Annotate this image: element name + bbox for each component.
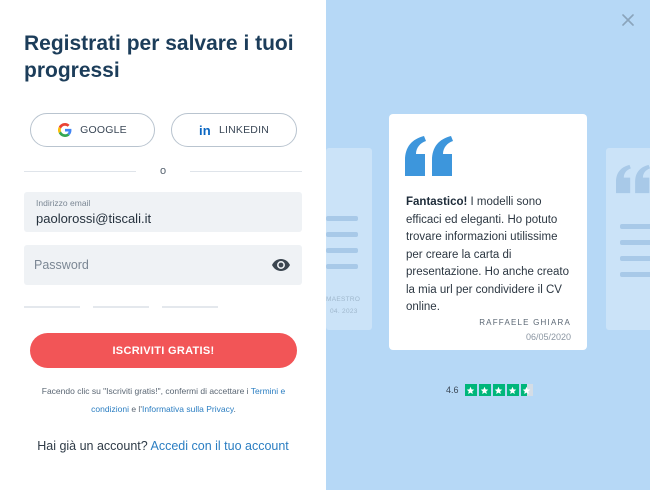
divider-left: [24, 171, 136, 172]
ghost-date: 04. 2023: [330, 308, 358, 315]
placeholder-line: [326, 248, 358, 253]
login-link[interactable]: Accedi con il tuo account: [151, 439, 289, 453]
page-title: Registrati per salvare i tuoi progressi: [24, 32, 294, 82]
testimonial-author: RAFFAELE GHIARA: [479, 318, 571, 327]
star-icon: [492, 384, 505, 396]
rating-stars: [464, 384, 533, 396]
linkedin-button-label: LINKEDIN: [218, 124, 269, 136]
trustpilot-rating[interactable]: 4.6: [446, 384, 533, 396]
email-value[interactable]: paolorossi@tiscali.it: [36, 211, 151, 226]
testimonial-text: Fantastico! I modelli sono efficaci ed e…: [406, 194, 576, 317]
terms-middle: e l': [128, 404, 142, 414]
placeholder-line: [620, 272, 650, 277]
placeholder-line: [620, 224, 650, 229]
privacy-link[interactable]: Informativa sulla Privacy: [142, 404, 233, 414]
testimonial-date: 06/05/2020: [525, 332, 571, 342]
placeholder-line: [620, 256, 650, 261]
password-placeholder: Password: [34, 258, 89, 272]
signup-free-button[interactable]: ISCRIVITI GRATIS!: [30, 333, 297, 368]
testimonial-highlight: Fantastico!: [406, 196, 468, 208]
password-field[interactable]: Password: [24, 245, 302, 285]
testimonial-card: Fantastico! I modelli sono efficaci ed e…: [389, 114, 587, 350]
password-strength-bar-2: [93, 306, 149, 308]
testimonial-panel: MAESTRO 04. 2023 Fantastico! I modelli s…: [326, 0, 650, 490]
placeholder-line: [326, 232, 358, 237]
or-separator: o: [159, 165, 167, 177]
ghost-author: MAESTRO: [326, 296, 361, 303]
linkedin-signup-button[interactable]: in LINKEDIN: [171, 113, 297, 147]
star-icon: [464, 384, 477, 396]
linkedin-icon: in: [199, 122, 211, 138]
quote-icon: [616, 164, 650, 194]
testimonial-body: I modelli sono efficaci ed eleganti. Ho …: [406, 196, 570, 313]
google-button-label: GOOGLE: [80, 124, 127, 136]
google-signup-button[interactable]: GOOGLE: [30, 113, 155, 147]
terms-suffix: .: [233, 404, 236, 414]
placeholder-line: [620, 240, 650, 245]
password-strength-bar-1: [24, 306, 80, 308]
divider-right: [190, 171, 302, 172]
terms-notice: Facendo clic su "Iscriviti gratis!", con…: [30, 382, 297, 418]
login-prompt-text: Hai già un account?: [37, 439, 151, 453]
next-testimonial-card[interactable]: [606, 148, 650, 330]
rating-score: 4.6: [446, 385, 459, 395]
terms-prefix: Facendo clic su "Iscriviti gratis!", con…: [41, 386, 251, 396]
signup-panel: Registrati per salvare i tuoi progressi …: [0, 0, 326, 490]
placeholder-line: [326, 264, 358, 269]
email-field[interactable]: Indirizzo email paolorossi@tiscali.it: [24, 192, 302, 232]
quote-icon: [405, 136, 453, 176]
password-strength-bar-3: [162, 306, 218, 308]
star-icon: [520, 384, 533, 396]
star-icon: [478, 384, 491, 396]
placeholder-line: [326, 216, 358, 221]
close-icon[interactable]: [622, 14, 634, 26]
email-label: Indirizzo email: [36, 198, 91, 208]
previous-testimonial-card[interactable]: MAESTRO 04. 2023: [326, 148, 372, 330]
eye-icon[interactable]: [272, 258, 290, 272]
login-prompt: Hai già un account? Accedi con il tuo ac…: [24, 439, 302, 453]
google-icon: [58, 123, 72, 137]
star-icon: [506, 384, 519, 396]
